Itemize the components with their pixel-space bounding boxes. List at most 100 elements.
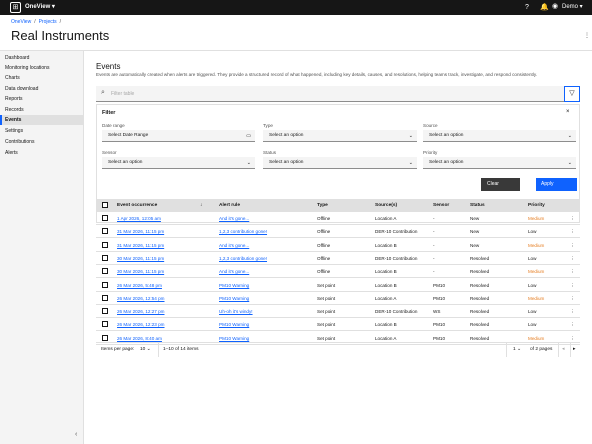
event-sensor: - bbox=[433, 255, 435, 261]
breadcrumb-item[interactable]: Projects bbox=[39, 19, 57, 25]
row-overflow-menu-icon[interactable]: ⋮ bbox=[570, 292, 575, 305]
source-select[interactable]: Select an option ⌄ bbox=[423, 130, 576, 142]
row-overflow-menu-icon[interactable]: ⋮ bbox=[570, 279, 575, 292]
sidebar-item-contributions[interactable]: Contributions bbox=[0, 137, 84, 147]
row-overflow-menu-icon[interactable]: ⋮ bbox=[570, 212, 575, 225]
event-occurrence-link[interactable]: 31 Mar 2026, 11:15 pm bbox=[117, 225, 164, 238]
event-occurrence-link[interactable]: 26 Mar 2026, 12:54 pm bbox=[117, 292, 165, 305]
sidebar-item-events[interactable]: Events bbox=[0, 115, 84, 125]
filter-icon: ▽ bbox=[569, 90, 575, 97]
table-row[interactable]: 31 Mar 2026, 11:15 pm 1,2,3 contribution … bbox=[96, 225, 580, 239]
table-row[interactable]: 26 Mar 2026, 5:48 pm PM10 Warning Set poin… bbox=[96, 279, 580, 292]
sensor-label: Sensor bbox=[102, 150, 117, 155]
user-avatar-icon[interactable]: ◉ bbox=[552, 2, 558, 11]
alert-rule-link[interactable]: 1,2,3 contribution gone! bbox=[219, 252, 267, 265]
row-overflow-menu-icon[interactable]: ⋮ bbox=[570, 252, 575, 265]
sidebar-item-settings[interactable]: Settings bbox=[0, 126, 84, 136]
page-select[interactable]: 1 ⌄ bbox=[513, 343, 521, 357]
sidebar-item-charts[interactable]: Charts bbox=[0, 73, 84, 83]
alert-rule-link[interactable]: Uh-oh it's windy! bbox=[219, 305, 253, 318]
column-header-priority[interactable]: Priority bbox=[528, 199, 545, 212]
select-all-checkbox[interactable] bbox=[102, 202, 108, 208]
alert-rule-link[interactable]: PM10 Warning bbox=[219, 318, 249, 331]
items-per-page-select[interactable]: 10 ⌄ bbox=[140, 343, 151, 357]
status-select[interactable]: Select an option ⌄ bbox=[263, 157, 417, 169]
column-header-sources[interactable]: Source(s) bbox=[375, 199, 397, 212]
collapse-sidebar-icon[interactable]: ‹ bbox=[75, 431, 77, 438]
row-overflow-menu-icon[interactable]: ⋮ bbox=[570, 225, 575, 238]
row-overflow-menu-icon[interactable]: ⋮ bbox=[570, 318, 575, 331]
next-page-icon[interactable]: ▸ bbox=[573, 343, 575, 357]
overflow-menu-icon[interactable]: ⋮ bbox=[584, 32, 590, 39]
table-row[interactable]: 31 Mar 2026, 11:15 pm And it's gone... Off… bbox=[96, 239, 580, 252]
row-checkbox[interactable] bbox=[102, 241, 108, 248]
event-sensor: PM10 bbox=[433, 295, 446, 301]
column-header-alert-rule[interactable]: Alert rule bbox=[219, 199, 240, 212]
event-occurrence-link[interactable]: 1 Apr 2026, 12:05 am bbox=[117, 212, 161, 225]
alert-rule-link[interactable]: PM10 Warning bbox=[219, 292, 249, 305]
row-checkbox[interactable] bbox=[102, 308, 108, 315]
search-input[interactable]: Filter table bbox=[111, 91, 134, 97]
source-select-value: Select an option bbox=[429, 133, 464, 138]
event-priority: Medium bbox=[528, 269, 545, 275]
row-overflow-menu-icon[interactable]: ⋮ bbox=[570, 239, 575, 252]
table-row[interactable]: 26 Mar 2026, 12:27 pm Uh-oh it's windy! Se… bbox=[96, 305, 580, 319]
alert-rule-link[interactable]: And it's gone... bbox=[219, 212, 249, 225]
sidebar-item-dashboard[interactable]: Dashboard bbox=[0, 53, 84, 63]
alert-rule-link[interactable]: And it's gone... bbox=[219, 265, 249, 278]
app-logo-icon[interactable]: ⊞ bbox=[10, 2, 21, 13]
sidebar-item-alerts[interactable]: Alerts bbox=[0, 148, 84, 158]
column-header-event-occurrence[interactable]: Event occurrence bbox=[117, 199, 157, 212]
help-icon[interactable]: ? bbox=[525, 3, 529, 12]
sensor-select[interactable]: Select an option ⌄ bbox=[102, 157, 255, 169]
event-occurrence-link[interactable]: 30 Mar 2026, 11:15 pm bbox=[117, 265, 164, 278]
event-occurrence-link[interactable]: 26 Mar 2026, 12:23 pm bbox=[117, 318, 165, 331]
type-select[interactable]: Select an option ⌄ bbox=[263, 130, 417, 142]
previous-page-icon[interactable]: ◂ bbox=[562, 343, 564, 357]
event-occurrence-link[interactable]: 31 Mar 2026, 11:15 pm bbox=[117, 239, 164, 252]
clear-button[interactable]: Clear bbox=[481, 178, 520, 191]
table-row[interactable]: 26 Mar 2026, 12:54 pm PM10 Warning Set poi… bbox=[96, 292, 580, 305]
event-occurrence-link[interactable]: 26 Mar 2026, 12:27 pm bbox=[117, 305, 165, 318]
row-checkbox[interactable] bbox=[102, 254, 108, 261]
column-header-sensor[interactable]: Sensor bbox=[433, 199, 449, 212]
table-row[interactable]: 26 Mar 2026, 12:23 pm PM10 Warning Set poi… bbox=[96, 318, 580, 332]
priority-select[interactable]: Select an option ⌄ bbox=[423, 157, 576, 169]
app-switcher[interactable]: OneView ▾ bbox=[25, 3, 55, 10]
close-icon[interactable]: × bbox=[566, 109, 570, 115]
sidebar-item-monitoring-locations[interactable]: Monitoring locations bbox=[0, 63, 84, 73]
sidebar-item-records[interactable]: Records bbox=[0, 105, 84, 115]
row-checkbox[interactable] bbox=[102, 281, 108, 288]
alert-rule-link[interactable]: 1,2,3 contribution gone! bbox=[219, 225, 267, 238]
sidebar-item-data-download[interactable]: Data download bbox=[0, 84, 84, 94]
sort-arrow-icon[interactable]: ↓ bbox=[200, 199, 202, 212]
table-row[interactable]: 30 Mar 2026, 11:15 pm And it's gone... Off… bbox=[96, 265, 580, 279]
alert-rule-link[interactable]: And it's gone... bbox=[219, 239, 249, 252]
sidebar-item-reports[interactable]: Reports bbox=[0, 94, 84, 104]
row-checkbox[interactable] bbox=[102, 294, 108, 301]
row-checkbox[interactable] bbox=[102, 321, 108, 328]
row-overflow-menu-icon[interactable]: ⋮ bbox=[570, 265, 575, 278]
event-status: New bbox=[470, 229, 480, 235]
breadcrumb-item[interactable]: OneView bbox=[11, 19, 31, 25]
alert-rule-link[interactable]: PM10 Warning bbox=[219, 279, 249, 292]
table-row[interactable]: 1 Apr 2026, 12:05 am And it's gone... Offl… bbox=[96, 212, 580, 225]
filter-button[interactable]: ▽ bbox=[564, 86, 580, 102]
search-bar[interactable]: ⌕ Filter table bbox=[96, 86, 569, 102]
apply-button[interactable]: Apply bbox=[536, 178, 577, 191]
row-checkbox[interactable] bbox=[102, 228, 108, 235]
items-range-text: 1–10 of 14 items bbox=[163, 347, 199, 352]
column-header-type[interactable]: Type bbox=[317, 199, 328, 212]
notification-bell-icon[interactable]: 🔔 bbox=[540, 3, 549, 12]
row-overflow-menu-icon[interactable]: ⋮ bbox=[570, 305, 575, 318]
user-menu[interactable]: Demo ▾ bbox=[562, 3, 583, 10]
event-priority: Medium bbox=[528, 216, 545, 221]
table-row[interactable]: 30 Mar 2026, 11:15 pm 1,2,3 contribution … bbox=[96, 252, 580, 265]
date-range-picker[interactable]: Select Date Range ▭ bbox=[102, 130, 255, 142]
event-occurrence-link[interactable]: 30 Mar 2026, 11:15 pm bbox=[117, 252, 164, 265]
row-checkbox[interactable] bbox=[102, 334, 108, 341]
event-occurrence-link[interactable]: 26 Mar 2026, 5:48 pm bbox=[117, 279, 162, 292]
row-checkbox[interactable] bbox=[102, 268, 108, 275]
column-header-status[interactable]: Status bbox=[470, 199, 485, 212]
row-checkbox[interactable] bbox=[102, 215, 108, 221]
